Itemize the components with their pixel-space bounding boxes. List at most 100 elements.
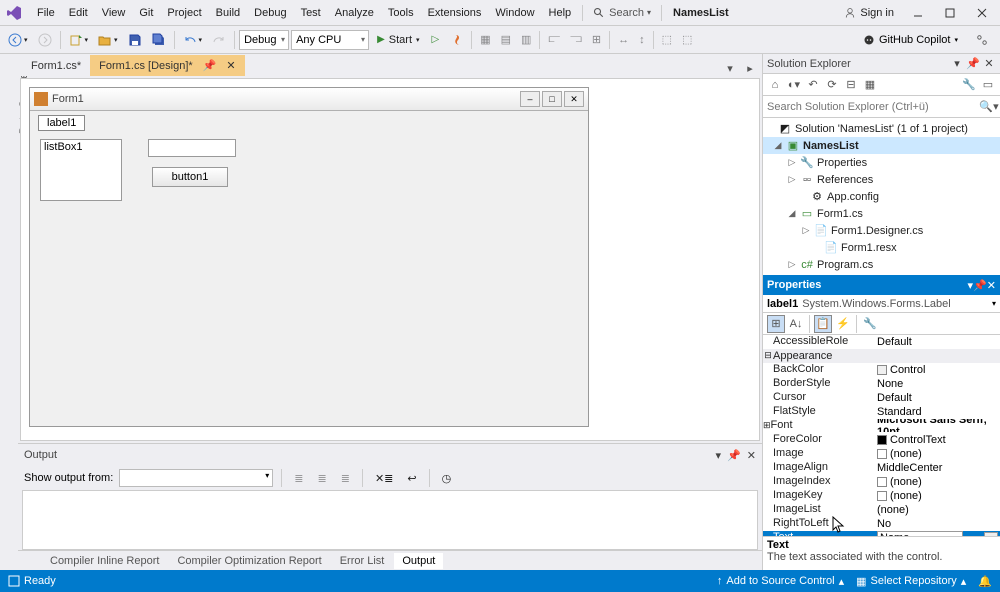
- prop-category[interactable]: ⊟Appearance: [763, 349, 1000, 363]
- tree-form1[interactable]: ◢▭Form1.cs: [763, 205, 1000, 222]
- props-events-icon[interactable]: ⚡: [834, 315, 852, 333]
- prop-row[interactable]: BorderStyleNone: [763, 377, 1000, 391]
- prop-row[interactable]: AccessibleRoleDefault: [763, 335, 1000, 349]
- search-icon[interactable]: 🔍▾: [978, 100, 1000, 113]
- order-btn1[interactable]: ⬚: [658, 31, 676, 48]
- props-pages-icon[interactable]: 🔧: [861, 315, 879, 333]
- tab-form1-design[interactable]: Form1.cs [Design]*📌✕: [90, 55, 244, 76]
- add-source-control-button[interactable]: ↑ Add to Source Control ▴: [717, 575, 844, 588]
- menu-project[interactable]: Project: [160, 3, 208, 23]
- notifications-icon[interactable]: 🔔: [978, 575, 992, 588]
- menu-help[interactable]: Help: [542, 3, 579, 23]
- props-categorized-icon[interactable]: ⊞: [767, 315, 785, 333]
- menu-test[interactable]: Test: [294, 3, 328, 23]
- tree-project[interactable]: ◢▣NamesList: [763, 137, 1000, 154]
- redo-icon[interactable]: [208, 31, 230, 49]
- prop-row-text[interactable]: Text▾: [763, 531, 1000, 536]
- output-btn2[interactable]: ≣: [314, 470, 331, 487]
- output-dropdown-icon[interactable]: ▾: [716, 449, 722, 462]
- menu-edit[interactable]: Edit: [62, 3, 95, 23]
- live-share-icon[interactable]: [968, 30, 996, 50]
- design-form[interactable]: Form1 – □ ✕ label1 listBox1 button1: [29, 87, 589, 427]
- menu-view[interactable]: View: [95, 3, 133, 23]
- control-textbox1[interactable]: [148, 139, 236, 157]
- tab-compiler-opt[interactable]: Compiler Optimization Report: [169, 553, 329, 569]
- tree-solution[interactable]: ◩Solution 'NamesList' (1 of 1 project): [763, 120, 1000, 137]
- se-search-input[interactable]: [763, 98, 978, 116]
- tab-compiler-inline[interactable]: Compiler Inline Report: [42, 553, 167, 569]
- tab-error-list[interactable]: Error List: [332, 553, 393, 569]
- start-button[interactable]: ▶Start▾: [371, 32, 425, 48]
- align-btn2[interactable]: ⫎: [566, 31, 586, 48]
- prop-row[interactable]: BackColorControl: [763, 363, 1000, 377]
- tree-form1-resx[interactable]: 📄Form1.resx: [763, 239, 1000, 256]
- save-icon[interactable]: [124, 31, 146, 49]
- menu-extensions[interactable]: Extensions: [421, 3, 489, 23]
- output-pin-icon[interactable]: 📌: [727, 449, 741, 462]
- nav-fwd-icon[interactable]: [34, 31, 56, 49]
- se-close-icon[interactable]: ✕: [982, 57, 996, 71]
- config-combo[interactable]: Debug: [239, 30, 289, 50]
- pin-icon[interactable]: 📌: [203, 59, 217, 72]
- tabs-overflow-icon[interactable]: ▸: [742, 60, 758, 76]
- order-btn2[interactable]: ⬚: [678, 31, 696, 48]
- new-project-icon[interactable]: ▾: [65, 31, 93, 49]
- prop-row[interactable]: FlatStyleStandard: [763, 405, 1000, 419]
- se-switch-view-icon[interactable]: ◐▾: [786, 77, 802, 93]
- menu-window[interactable]: Window: [488, 3, 541, 23]
- close-icon[interactable]: ✕: [226, 59, 235, 72]
- window-close-icon[interactable]: [968, 3, 996, 23]
- se-show-all-icon[interactable]: ▦: [862, 77, 878, 93]
- design-form-body[interactable]: label1 listBox1 button1: [30, 111, 588, 426]
- undo-icon[interactable]: ▾: [179, 31, 207, 49]
- prop-row[interactable]: CursorDefault: [763, 391, 1000, 405]
- tabs-dropdown-icon[interactable]: ▾: [722, 60, 738, 76]
- github-copilot-button[interactable]: GitHub Copilot▾: [855, 32, 966, 48]
- se-collapse-icon[interactable]: ⊟: [843, 77, 859, 93]
- se-pin-icon[interactable]: 📌: [966, 57, 980, 71]
- menu-analyze[interactable]: Analyze: [328, 3, 381, 23]
- se-sync-icon[interactable]: ⟳: [824, 77, 840, 93]
- save-all-icon[interactable]: [148, 31, 170, 49]
- menu-build[interactable]: Build: [209, 3, 247, 23]
- se-home-icon[interactable]: ⌂: [767, 77, 783, 93]
- tab-compiler-inline[interactable]: [24, 559, 40, 563]
- props-props-icon[interactable]: 📋: [814, 315, 832, 333]
- prop-row[interactable]: ForeColorControlText: [763, 433, 1000, 447]
- props-pin-icon[interactable]: 📌: [973, 279, 987, 292]
- window-minimize-icon[interactable]: [904, 3, 932, 23]
- platform-combo[interactable]: Any CPU: [291, 30, 369, 50]
- output-source-combo[interactable]: [119, 469, 273, 487]
- layout-btn2[interactable]: ▤: [497, 31, 515, 48]
- form-designer[interactable]: Form1 – □ ✕ label1 listBox1 button1: [20, 78, 760, 441]
- window-maximize-icon[interactable]: [936, 3, 964, 23]
- align-btn1[interactable]: ⫍: [544, 31, 564, 48]
- prop-row[interactable]: Image(none): [763, 447, 1000, 461]
- output-btn1[interactable]: ≣: [290, 470, 307, 487]
- search-menu[interactable]: Search▾: [587, 5, 657, 21]
- tree-properties[interactable]: ▷🔧Properties: [763, 154, 1000, 171]
- output-close-icon[interactable]: ✕: [747, 449, 756, 462]
- side-tab-toolbox[interactable]: Data Sources: [0, 54, 18, 570]
- tree-references[interactable]: ▷▫▫References: [763, 171, 1000, 188]
- menu-file[interactable]: File: [30, 3, 62, 23]
- prop-text-input[interactable]: [877, 531, 963, 536]
- props-alpha-icon[interactable]: A↓: [787, 315, 805, 333]
- prop-row[interactable]: ⊞FontMicrosoft Sans Serif; 10pt: [763, 419, 1000, 433]
- output-wrap-icon[interactable]: ↩: [403, 470, 420, 487]
- tree-appconfig[interactable]: ⚙App.config: [763, 188, 1000, 205]
- nav-back-icon[interactable]: ▾: [4, 31, 32, 49]
- dist-btn2[interactable]: ↕: [635, 32, 649, 48]
- tree-form1-designer[interactable]: ▷📄Form1.Designer.cs: [763, 222, 1000, 239]
- se-dropdown-icon[interactable]: ▾: [950, 57, 964, 71]
- prop-row[interactable]: ImageList(none): [763, 503, 1000, 517]
- se-pending-icon[interactable]: ↶: [805, 77, 821, 93]
- solution-name[interactable]: NamesList: [666, 3, 736, 23]
- se-preview-icon[interactable]: ▭: [980, 77, 996, 93]
- output-clear-icon[interactable]: ✕≣: [371, 470, 397, 487]
- start-without-debug-icon[interactable]: ▷: [428, 32, 444, 47]
- control-listbox1[interactable]: listBox1: [40, 139, 122, 201]
- prop-row[interactable]: RightToLeftNo: [763, 517, 1000, 531]
- output-textarea[interactable]: [22, 490, 758, 550]
- tab-output[interactable]: Output: [394, 553, 443, 569]
